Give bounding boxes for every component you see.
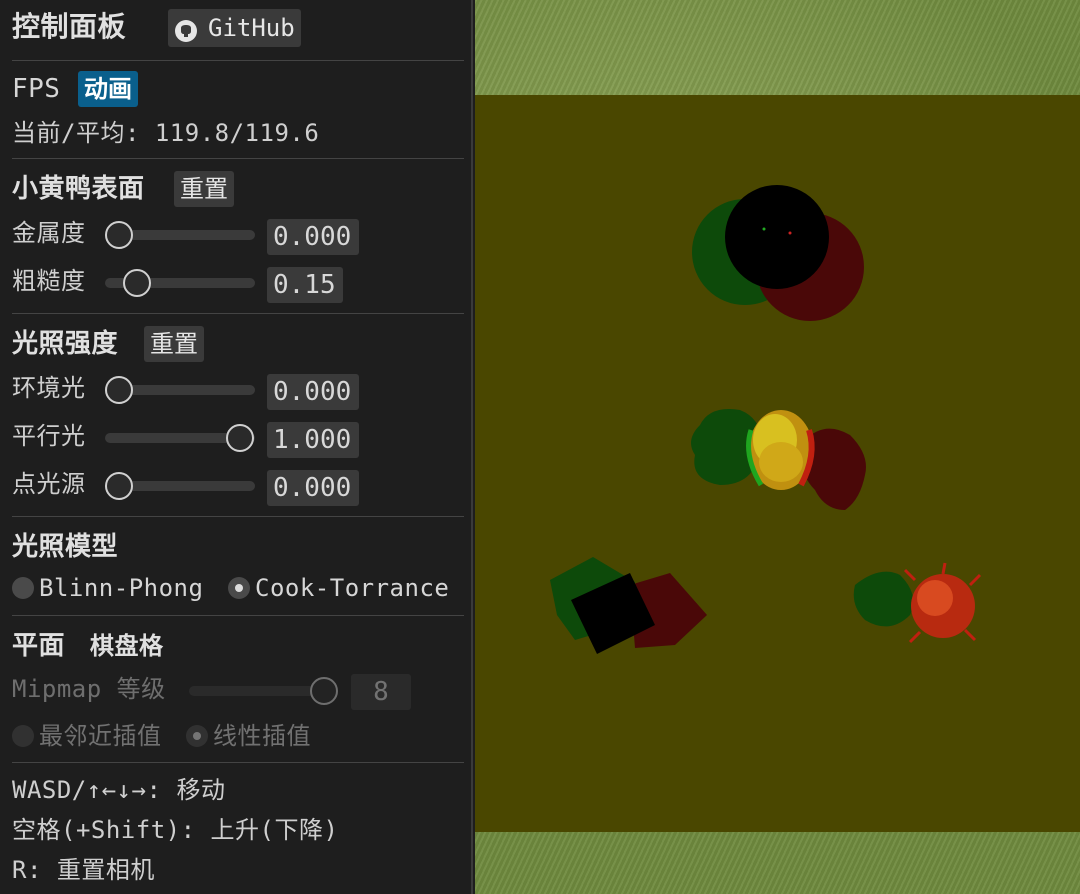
mipmap-slider-handle[interactable]	[310, 677, 338, 705]
duck-surface-reset-button[interactable]: 重置	[174, 171, 234, 207]
spiky-ball-highlight	[917, 580, 953, 616]
duck-surface-heading: 小黄鸭表面	[12, 174, 145, 204]
roughness-label: 粗糙度	[12, 267, 86, 295]
divider	[12, 60, 464, 61]
directional-label: 平行光	[12, 422, 86, 450]
point-light-value-field[interactable]: 0.000	[267, 470, 359, 506]
metallic-label: 金属度	[12, 219, 86, 247]
light-intensity-reset-button[interactable]: 重置	[144, 326, 204, 362]
sphere-glint	[788, 231, 792, 235]
mipmap-value-field[interactable]: 8	[351, 674, 411, 710]
point-light-slider-handle[interactable]	[105, 472, 133, 500]
metallic-slider-handle[interactable]	[105, 221, 133, 249]
linear-filter-radio[interactable]	[186, 725, 208, 747]
divider	[12, 158, 464, 159]
github-icon	[174, 16, 198, 42]
fps-stats: 当前/平均: 119.8/119.6	[12, 118, 319, 148]
panel-title: 控制面板	[12, 10, 127, 43]
lighting-model-heading: 光照模型	[12, 532, 119, 562]
github-button[interactable]: GitHub	[168, 9, 301, 47]
blinn-phong-label[interactable]: Blinn-Phong	[39, 573, 203, 603]
divider	[12, 313, 464, 314]
roughness-value-field[interactable]: 0.15	[267, 267, 343, 303]
spiky-ball-shadow-green	[853, 571, 914, 627]
github-label: GitHub	[208, 14, 295, 42]
help-reset-camera: R: 重置相机	[12, 856, 155, 884]
plane-heading: 平面	[12, 631, 66, 661]
metallic-value-field[interactable]: 0.000	[267, 219, 359, 255]
light-intensity-heading: 光照强度	[12, 329, 119, 359]
sphere	[725, 185, 829, 289]
checkerboard-heading: 棋盘格	[90, 632, 164, 660]
cook-torrance-radio[interactable]	[228, 577, 250, 599]
fps-stats-value: 119.8/119.6	[154, 119, 320, 147]
help-move: WASD/↑←↓→: 移动	[12, 776, 226, 804]
roughness-slider-handle[interactable]	[123, 269, 151, 297]
divider	[12, 615, 464, 616]
scene-objects	[550, 185, 982, 654]
directional-slider-handle[interactable]	[226, 424, 254, 452]
ambient-label: 环境光	[12, 374, 86, 402]
nearest-filter-label[interactable]: 最邻近插值	[39, 721, 162, 751]
control-panel: 控制面板 GitHub FPS 动画 当前/平均: 119.8/119.6 小黄…	[0, 0, 473, 894]
cook-torrance-label[interactable]: Cook-Torrance	[255, 573, 449, 603]
sphere-glint	[762, 227, 766, 231]
ambient-value-field[interactable]: 0.000	[267, 374, 359, 410]
fps-stats-label: 当前/平均:	[12, 119, 140, 147]
directional-value-field[interactable]: 1.000	[267, 422, 359, 458]
animation-toggle[interactable]: 动画	[78, 71, 138, 107]
divider	[12, 516, 464, 517]
blinn-phong-radio[interactable]	[12, 577, 34, 599]
nearest-filter-radio[interactable]	[12, 725, 34, 747]
ambient-slider-handle[interactable]	[105, 376, 133, 404]
mipmap-label: Mipmap 等级	[12, 675, 166, 703]
divider	[12, 762, 464, 763]
fps-heading: FPS	[12, 74, 61, 104]
help-updown: 空格(+Shift): 上升(下降)	[12, 816, 339, 844]
point-light-label: 点光源	[12, 470, 86, 498]
linear-filter-label[interactable]: 线性插值	[213, 721, 311, 751]
render-viewport[interactable]	[475, 0, 1080, 894]
duck-head	[759, 442, 803, 482]
